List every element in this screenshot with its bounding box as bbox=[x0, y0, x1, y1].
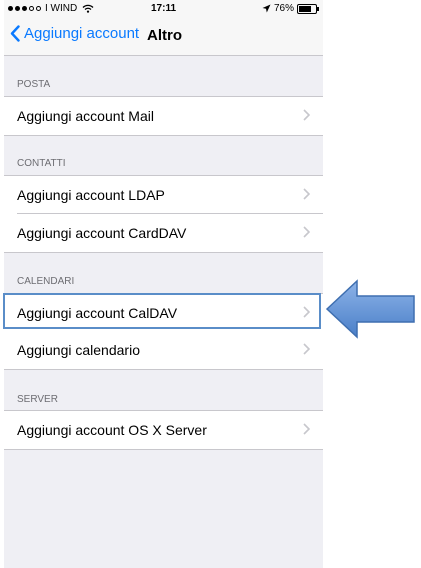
chevron-right-icon bbox=[303, 423, 310, 435]
row-add-caldav-account[interactable]: Aggiungi account CalDAV bbox=[4, 293, 323, 332]
back-button-label: Aggiungi account bbox=[24, 25, 140, 42]
chevron-right-icon bbox=[303, 188, 310, 200]
chevron-left-icon bbox=[10, 25, 20, 42]
page-title: Altro bbox=[147, 27, 182, 44]
section-header-label: CONTATTI bbox=[17, 158, 66, 169]
section-header-label: POSTA bbox=[17, 79, 51, 90]
status-right: 76% bbox=[262, 3, 319, 14]
location-arrow-icon bbox=[262, 4, 271, 13]
status-bar: I WIND 17:11 76% bbox=[4, 0, 323, 18]
section-header-calendari: CALENDARI bbox=[4, 253, 323, 293]
section-header-label: SERVER bbox=[17, 394, 58, 405]
row-label: Aggiungi account CardDAV bbox=[17, 225, 187, 241]
section-header-posta: POSTA bbox=[4, 56, 323, 96]
back-button[interactable]: Aggiungi account bbox=[10, 25, 139, 42]
section-header-label: CALENDARI bbox=[17, 276, 75, 287]
row-label: Aggiungi account OS X Server bbox=[17, 422, 207, 438]
row-label: Aggiungi account CalDAV bbox=[17, 305, 178, 321]
section-header-server: SERVER bbox=[4, 371, 323, 411]
row-add-osx-server-account[interactable]: Aggiungi account OS X Server bbox=[4, 410, 323, 450]
row-add-calendar[interactable]: Aggiungi calendario bbox=[4, 331, 323, 370]
row-label: Aggiungi account Mail bbox=[17, 108, 154, 124]
chevron-right-icon bbox=[303, 226, 310, 238]
row-label: Aggiungi account LDAP bbox=[17, 187, 165, 203]
row-add-ldap-account[interactable]: Aggiungi account LDAP bbox=[4, 175, 323, 214]
chevron-right-icon bbox=[303, 306, 310, 318]
battery-percent: 76% bbox=[273, 3, 294, 14]
chevron-right-icon bbox=[303, 343, 310, 355]
row-add-carddav-account[interactable]: Aggiungi account CardDAV bbox=[4, 214, 323, 253]
row-label: Aggiungi calendario bbox=[17, 342, 140, 358]
chevron-right-icon bbox=[303, 109, 310, 121]
section-header-contatti: CONTATTI bbox=[4, 135, 323, 175]
phone-screen: I WIND 17:11 76% Aggiungi account Altro … bbox=[4, 0, 323, 568]
row-add-mail-account[interactable]: Aggiungi account Mail bbox=[4, 96, 323, 136]
arrow-left-icon bbox=[325, 279, 415, 339]
battery-fill bbox=[299, 5, 311, 12]
navigation-bar: Aggiungi account Altro bbox=[4, 18, 323, 56]
battery-icon bbox=[297, 3, 319, 14]
